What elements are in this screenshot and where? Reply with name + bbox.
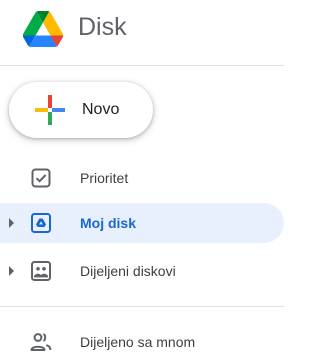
sidebar-item-shared-drives[interactable]: Dijeljeni diskovi — [0, 251, 284, 291]
sidebar-item-label: Dijeljeno sa mnom — [80, 334, 196, 350]
drive-sidebar: Disk Novo Prioritet Moj disk Dijeljeni d… — [0, 0, 284, 356]
sidebar-item-label: Dijeljeni diskovi — [80, 263, 176, 279]
expand-arrow-icon[interactable] — [9, 218, 14, 228]
sidebar-item-priority[interactable]: Prioritet — [0, 158, 284, 198]
header-divider — [0, 65, 284, 66]
shared-drive-icon — [31, 261, 51, 281]
google-drive-logo[interactable] — [19, 11, 67, 47]
app-title: Disk — [78, 13, 127, 41]
app-header: Disk — [0, 0, 284, 62]
sidebar-item-label: Prioritet — [80, 170, 129, 186]
new-button-label: Novo — [82, 101, 120, 118]
new-button[interactable]: Novo — [9, 82, 153, 138]
people-icon — [30, 333, 52, 351]
nav-divider — [0, 306, 284, 307]
multicolor-plus-icon — [35, 95, 65, 125]
sidebar-item-label: Moj disk — [80, 215, 137, 231]
drive-folder-icon — [31, 213, 51, 233]
sidebar-item-shared-with-me[interactable]: Dijeljeno sa mnom — [0, 322, 284, 356]
expand-arrow-icon[interactable] — [9, 266, 14, 276]
sidebar-item-my-drive[interactable]: Moj disk — [0, 203, 284, 243]
checkbox-icon — [31, 168, 51, 188]
